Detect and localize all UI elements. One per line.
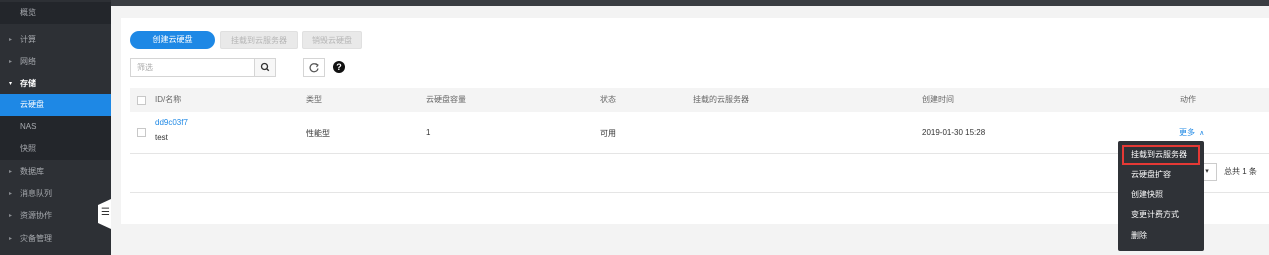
create-disk-button[interactable]: 创建云硬盘 — [130, 31, 215, 49]
disk-status: 可用 — [600, 129, 616, 138]
sidebar-item-label: 网络 — [20, 57, 36, 66]
sidebar-item-label: 资源协作 — [20, 211, 52, 220]
menu-item-delete[interactable]: 删除 — [1118, 226, 1204, 246]
column-header-type[interactable]: 类型 — [306, 88, 322, 112]
help-icon[interactable]: ? — [333, 61, 345, 73]
pagination-bar: ▾ 总共 1 条 — [130, 155, 1269, 193]
sidebar-item-label: 灾备管理 — [20, 234, 52, 243]
sidebar-item-overview[interactable]: 概览 — [0, 2, 111, 24]
sidebar-item-label: 存储 — [20, 79, 36, 88]
more-actions-label: 更多 — [1179, 128, 1195, 137]
sidebar-item-label: 概览 — [20, 8, 36, 17]
sidebar: 概览 ▸ 计算 ▸ 网络 ▾ 存储 云硬盘 NAS 快照 ▸ 数据库 ▸ 消息队… — [0, 0, 111, 255]
sidebar-item-label: 计算 — [20, 35, 36, 44]
destroy-disk-button[interactable]: 销毁云硬盘 — [302, 31, 362, 49]
sidebar-item-label: 消息队列 — [20, 189, 52, 198]
sidebar-item-cloud-disk[interactable]: 云硬盘 — [0, 94, 111, 116]
chevron-right-icon: ▸ — [9, 236, 13, 242]
disk-id-link[interactable]: dd9c03f7 — [155, 118, 188, 127]
sidebar-item-label: NAS — [20, 122, 37, 131]
chevron-right-icon: ▸ — [9, 59, 13, 65]
sidebar-item-message-queue[interactable]: ▸ 消息队列 — [0, 183, 111, 205]
sidebar-item-label: 云硬盘 — [20, 100, 44, 109]
menu-item-create-snapshot[interactable]: 创建快照 — [1118, 185, 1204, 205]
sidebar-item-disaster-recovery[interactable]: ▸ 灾备管理 — [0, 228, 111, 250]
column-header-status[interactable]: 状态 — [600, 88, 616, 112]
filter-input[interactable] — [131, 59, 255, 76]
sidebar-item-network[interactable]: ▸ 网络 — [0, 51, 111, 73]
menu-icon: ☰ — [101, 207, 110, 218]
column-header-attached-server[interactable]: 挂载的云服务器 — [693, 88, 749, 112]
refresh-icon — [309, 63, 319, 73]
column-header-created-time[interactable]: 创建时间 — [922, 88, 954, 112]
column-header-action: 动作 — [1180, 95, 1196, 104]
attach-server-button[interactable]: 挂载到云服务器 — [220, 31, 298, 49]
disk-type: 性能型 — [306, 129, 330, 138]
table-header: ID/名称 类型 云硬盘容量 状态 挂载的云服务器 创建时间 动作 — [130, 88, 1269, 112]
more-actions-link[interactable]: 更多 ∧ — [1179, 127, 1204, 138]
chevron-up-icon: ∧ — [1199, 130, 1205, 137]
sidebar-item-database[interactable]: ▸ 数据库 — [0, 161, 111, 183]
top-bar — [111, 0, 1269, 6]
table-row: dd9c03f7 test 性能型 1 可用 2019-01-30 15:28 … — [130, 112, 1269, 154]
column-header-capacity[interactable]: 云硬盘容量 — [426, 88, 466, 112]
sidebar-item-snapshot[interactable]: 快照 — [0, 138, 111, 160]
cloud-disk-panel: 创建云硬盘 挂载到云服务器 销毁云硬盘 ? ID/名称 类型 云硬盘容量 状态 … — [121, 18, 1269, 224]
disk-capacity: 1 — [426, 128, 431, 137]
menu-item-expand-disk[interactable]: 云硬盘扩容 — [1118, 165, 1204, 185]
chevron-right-icon: ▸ — [9, 191, 13, 197]
chevron-right-icon: ▸ — [9, 37, 13, 43]
menu-item-attach-server[interactable]: 挂载到云服务器 — [1122, 145, 1200, 165]
menu-item-change-billing[interactable]: 变更计费方式 — [1118, 205, 1204, 225]
sidebar-item-label: 数据库 — [20, 167, 44, 176]
total-count: 总共 1 条 — [1224, 167, 1257, 176]
sidebar-item-label: 快照 — [20, 144, 36, 153]
sidebar-item-compute[interactable]: ▸ 计算 — [0, 29, 111, 51]
sidebar-item-resource-collab[interactable]: ▸ 资源协作 — [0, 205, 111, 227]
chevron-right-icon: ▸ — [9, 169, 13, 175]
search-icon — [260, 62, 270, 72]
row-checkbox[interactable] — [137, 128, 146, 137]
filter-box — [130, 58, 276, 77]
sidebar-item-storage[interactable]: ▾ 存储 — [0, 73, 111, 95]
search-button[interactable] — [254, 59, 275, 76]
disk-name: test — [155, 133, 168, 142]
disk-created-time: 2019-01-30 15:28 — [922, 128, 986, 137]
column-header-id-name[interactable]: ID/名称 — [155, 88, 181, 112]
select-all-checkbox[interactable] — [137, 96, 146, 105]
chevron-right-icon: ▸ — [9, 213, 13, 219]
sidebar-item-nas[interactable]: NAS — [0, 116, 111, 138]
more-actions-menu: 挂载到云服务器 云硬盘扩容 创建快照 变更计费方式 删除 — [1118, 141, 1204, 251]
refresh-button[interactable] — [303, 58, 325, 77]
chevron-down-icon: ▾ — [9, 81, 13, 87]
